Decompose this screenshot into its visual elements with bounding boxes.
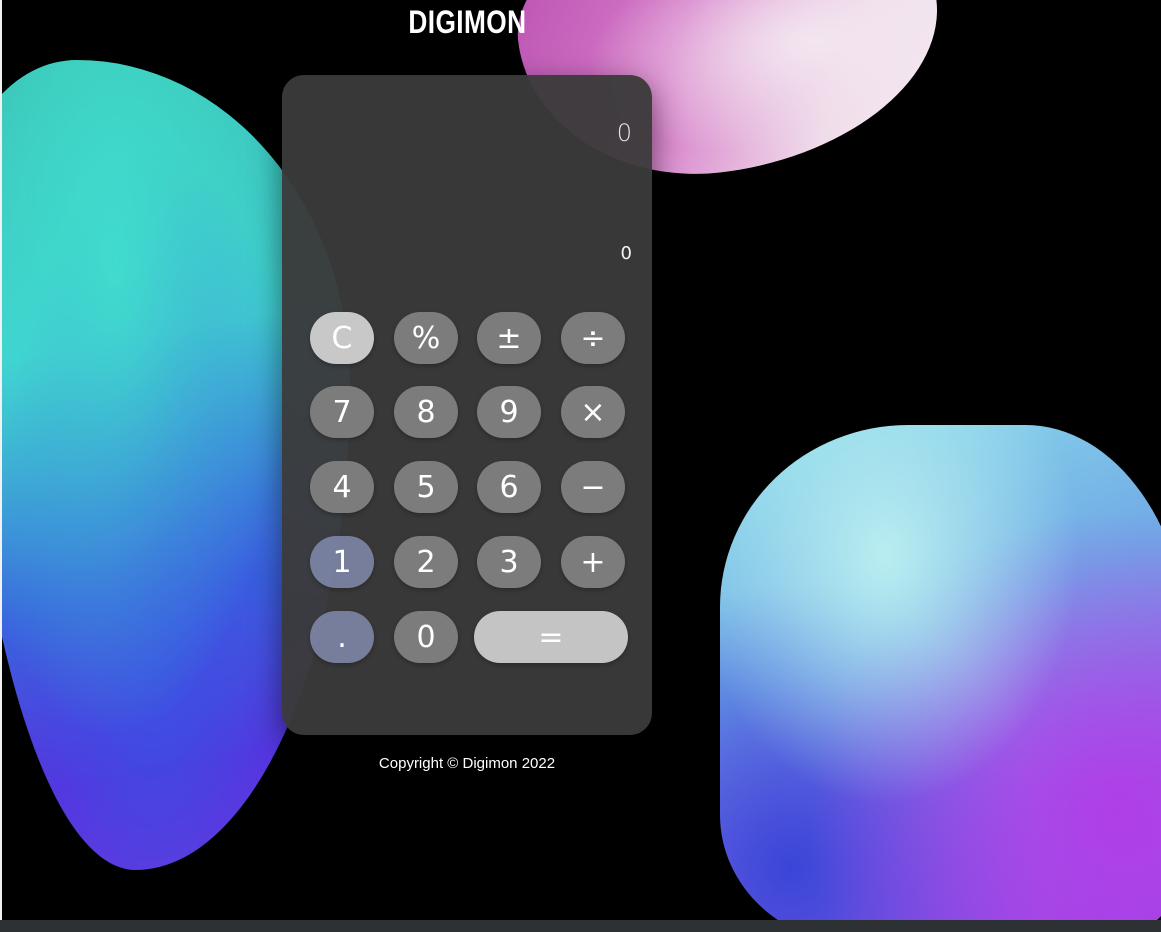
multiply-button[interactable]: ×	[561, 386, 625, 438]
bottom-bar	[0, 920, 1161, 932]
page-title: DIGIMON	[408, 4, 527, 40]
clear-button[interactable]: C	[310, 312, 374, 364]
divide-button[interactable]: ÷	[561, 312, 625, 364]
copyright-text: Copyright © Digimon 2022	[378, 755, 556, 772]
window-edge	[0, 0, 2, 932]
digit-4-button[interactable]: 4	[310, 461, 374, 513]
background-blob-blue	[720, 425, 1161, 932]
digit-3-button[interactable]: 3	[477, 536, 541, 588]
sign-toggle-button[interactable]: ±	[477, 312, 541, 364]
digit-0-button[interactable]: 0	[394, 611, 458, 663]
decimal-button[interactable]: .	[310, 611, 374, 663]
minus-button[interactable]: −	[561, 461, 625, 513]
percent-button[interactable]: %	[394, 312, 458, 364]
digit-1-button[interactable]: 1	[310, 536, 374, 588]
digit-9-button[interactable]: 9	[477, 386, 541, 438]
digit-8-button[interactable]: 8	[394, 386, 458, 438]
digit-5-button[interactable]: 5	[394, 461, 458, 513]
equals-button[interactable]: =	[474, 611, 628, 663]
calculator: 0 0 C % ± ÷ 7 8 9 × 4 5 6 − 1 2 3 + . 0 …	[282, 75, 652, 735]
digit-7-button[interactable]: 7	[310, 386, 374, 438]
digit-2-button[interactable]: 2	[394, 536, 458, 588]
plus-button[interactable]: +	[561, 536, 625, 588]
keypad: C % ± ÷ 7 8 9 × 4 5 6 − 1 2 3 + . 0 =	[282, 75, 652, 735]
digit-6-button[interactable]: 6	[477, 461, 541, 513]
